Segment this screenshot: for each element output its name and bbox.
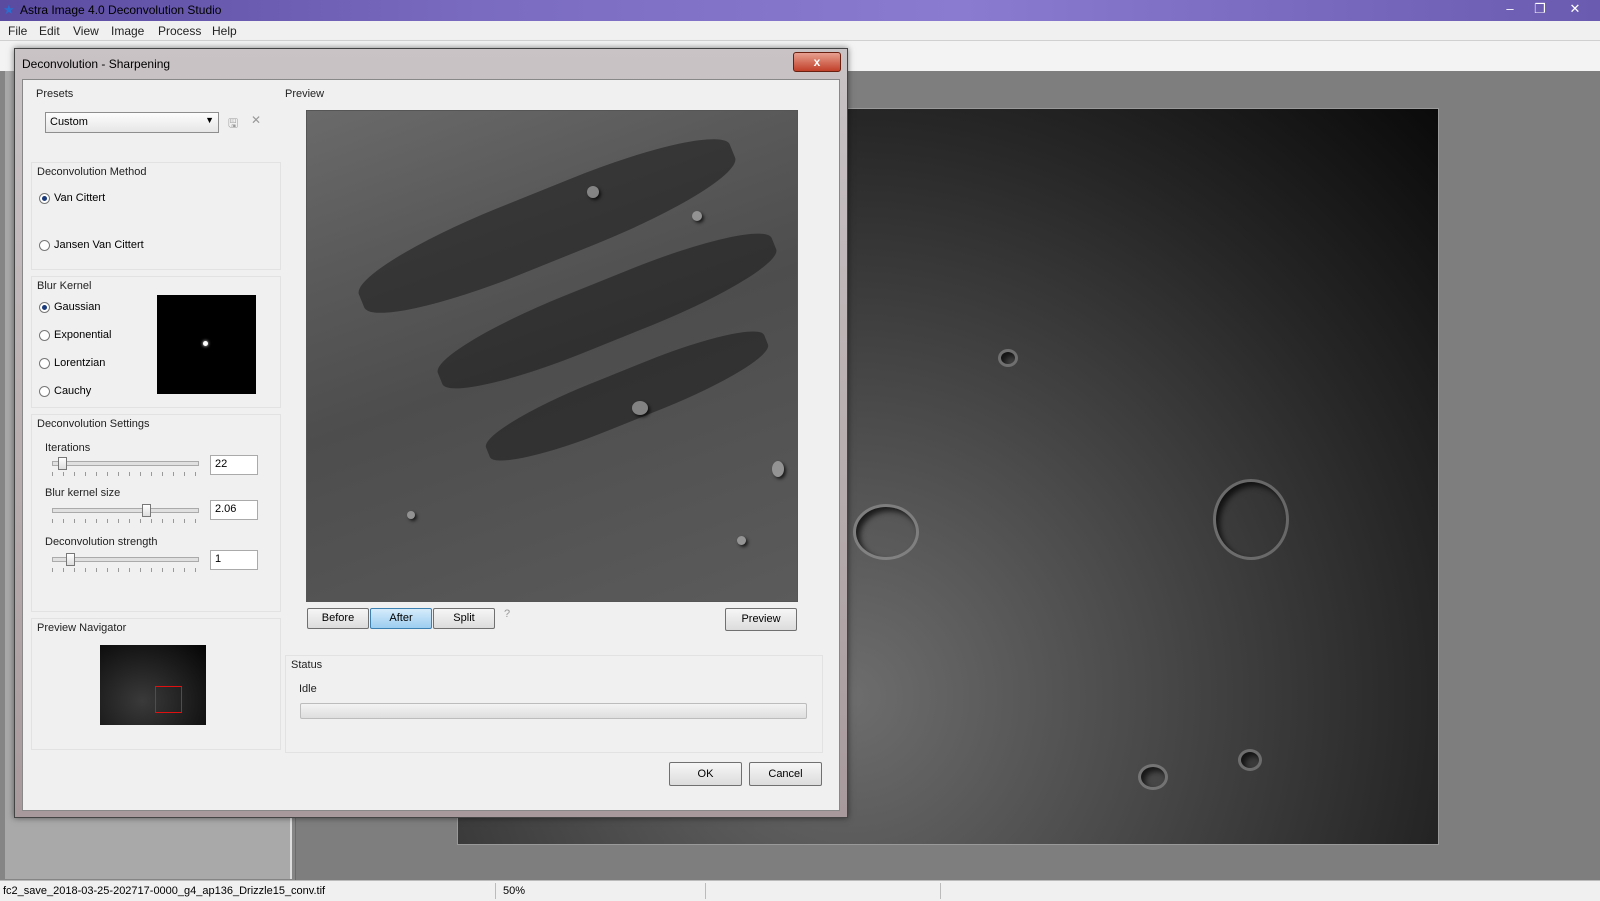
app-title: Astra Image 4.0 Deconvolution Studio [20,3,222,17]
delete-icon[interactable]: ✕ [251,113,261,127]
menu-help[interactable]: Help [212,24,237,38]
menu-file[interactable]: File [8,24,27,38]
kernel-label: Blur Kernel [37,280,92,292]
radio-lorentzian[interactable] [39,358,50,369]
presets-select[interactable]: Custom ▼ [45,112,219,133]
menu-bar: File Edit View Image Process Help [0,21,1600,41]
minimize-icon[interactable]: – [1495,0,1525,18]
navigator-viewport[interactable] [155,686,182,713]
status-text: Idle [299,683,317,695]
radio-van-cittert[interactable] [39,193,50,204]
before-button[interactable]: Before [307,608,369,629]
navigator-thumbnail[interactable] [100,645,206,725]
app-titlebar[interactable]: ★ Astra Image 4.0 Deconvolution Studio –… [0,0,1600,21]
kernel-size-slider-thumb[interactable] [141,504,151,517]
kernel-size-label: Blur kernel size [45,487,121,499]
iterations-ticks [52,472,197,476]
radio-exponential-label: Exponential [54,329,112,341]
iterations-label: Iterations [45,442,91,454]
radio-lorentzian-label: Lorentzian [54,357,106,369]
close-icon[interactable]: ✕ [1560,0,1590,18]
kernel-preview [157,295,256,394]
radio-jansen-van-cittert-label: Jansen Van Cittert [54,239,144,251]
menu-view[interactable]: View [73,24,99,38]
save-icon[interactable]: 🖫 [228,114,238,135]
status-zoom: 50% [503,885,526,897]
preview-image[interactable] [306,110,798,602]
method-group: Deconvolution Method Van Cittert Jansen … [31,162,281,270]
cancel-button[interactable]: Cancel [749,762,822,786]
split-button[interactable]: Split [433,608,495,629]
strength-slider-thumb[interactable] [65,553,75,566]
dialog-client: Presets Custom ▼ 🖫 ✕ Deconvolution Metho… [22,79,840,811]
status-progress [300,703,807,719]
status-filename: fc2_save_2018-03-25-202717-0000_g4_ap136… [3,885,326,897]
settings-group: Deconvolution Settings Iterations 22 Blu… [31,414,281,612]
status-label: Status [291,659,323,671]
strength-input[interactable]: 1 [210,550,258,570]
preview-group: Preview Before After Split ? Preview [285,80,830,642]
menu-image[interactable]: Image [111,24,144,38]
after-button[interactable]: After [370,608,432,629]
menu-edit[interactable]: Edit [39,24,60,38]
maximize-icon[interactable]: ❐ [1525,0,1555,18]
radio-van-cittert-label: Van Cittert [54,192,106,204]
status-bar: fc2_save_2018-03-25-202717-0000_g4_ap136… [0,880,1600,901]
kernel-size-input[interactable]: 2.06 [210,500,258,520]
radio-cauchy-label: Cauchy [54,385,92,397]
star-icon: ★ [3,2,15,17]
kernel-group: Blur Kernel Gaussian Exponential Lorentz… [31,276,281,408]
strength-label: Deconvolution strength [45,536,158,548]
preview-label: Preview [285,88,325,100]
dialog-close-button[interactable]: x [793,52,841,72]
chevron-down-icon: ▼ [205,115,214,125]
iterations-input[interactable]: 22 [210,455,258,475]
menu-process[interactable]: Process [158,24,201,38]
status-divider [705,883,706,899]
ok-button[interactable]: OK [669,762,742,786]
deconvolution-dialog: Deconvolution - Sharpening x Presets Cus… [14,48,848,818]
radio-gaussian-label: Gaussian [54,301,101,313]
help-icon[interactable]: ? [504,608,510,620]
status-divider [940,883,941,899]
radio-cauchy[interactable] [39,386,50,397]
status-group: Status Idle [285,655,823,753]
kernel-size-ticks [52,519,197,523]
navigator-label: Preview Navigator [37,622,127,634]
presets-label: Presets [36,88,74,100]
dialog-title: Deconvolution - Sharpening [22,57,171,71]
iterations-slider-thumb[interactable] [57,457,67,470]
method-label: Deconvolution Method [37,166,147,178]
settings-label: Deconvolution Settings [37,418,150,430]
strength-ticks [52,568,197,572]
presets-selected: Custom [50,116,88,128]
status-divider [495,883,496,899]
navigator-group: Preview Navigator [31,618,281,750]
radio-exponential[interactable] [39,330,50,341]
radio-gaussian[interactable] [39,302,50,313]
preview-button[interactable]: Preview [725,608,797,631]
iterations-slider[interactable] [52,461,199,466]
kernel-size-slider[interactable] [52,508,199,513]
radio-jansen-van-cittert[interactable] [39,240,50,251]
